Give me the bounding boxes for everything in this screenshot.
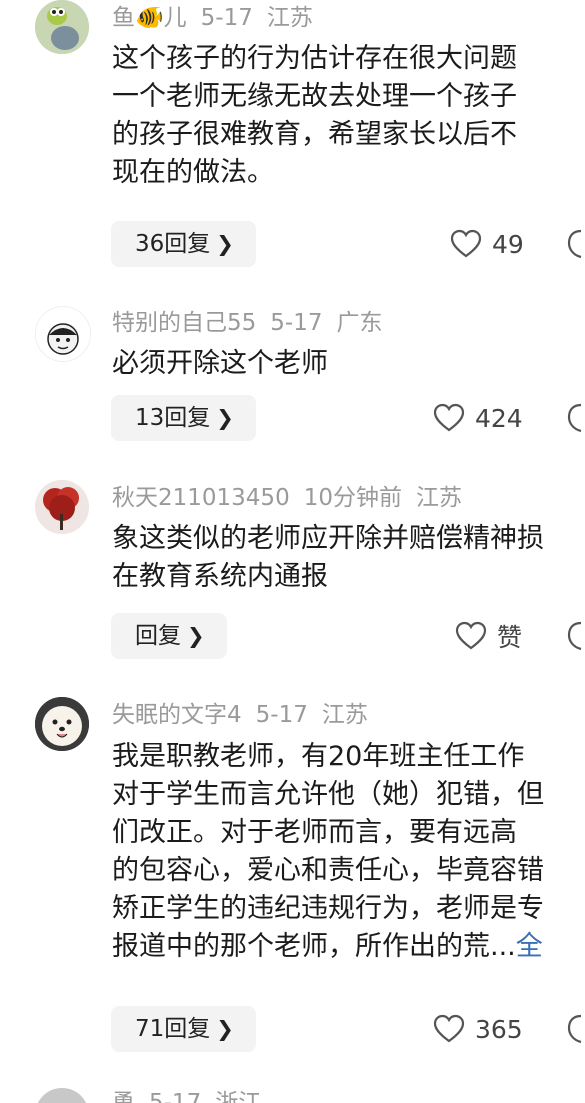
comment-meta: 秋天211013450 10分钟前 江苏	[112, 483, 476, 513]
like-count: 365	[475, 1014, 523, 1044]
comment-text: 象这类似的老师应开除并赔偿精神损 在教育系统内通报	[112, 520, 585, 596]
comment-location: 浙江	[215, 1090, 262, 1103]
username[interactable]: 失眠的文字4	[112, 702, 242, 728]
comment-date: 5-17	[270, 310, 323, 336]
dog-avatar-icon	[35, 697, 89, 751]
chevron-right-icon: ❯	[216, 406, 234, 430]
comment-date: 10分钟前	[303, 485, 402, 511]
comment-item: 秋天211013450 10分钟前 江苏 象这类似的老师应开除并赔偿精神损 在教育系…	[0, 480, 585, 670]
comment-meta: 勇 5-17 浙江	[112, 1088, 275, 1103]
comment-date: 5-17	[200, 5, 253, 31]
view-replies-button[interactable]: 13回复 ❯	[111, 395, 256, 441]
comment-line: 现在的做法。	[112, 157, 274, 188]
comment-text: 这个孩子的行为估计存在很大问题 一个老师无缘无故去处理一个孩子 的孩子很难教育，…	[112, 40, 585, 192]
view-replies-button[interactable]: 36回复 ❯	[111, 221, 256, 267]
user-avatar[interactable]	[35, 697, 89, 751]
reply-label: 71回复	[135, 1016, 211, 1042]
comment-line-truncated: 报道中的那个老师，所作出的荒...	[112, 931, 516, 962]
comment-item: 鱼🐠儿 5-17 江苏 这个孩子的行为估计存在很大问题 一个老师无缘无故去处理一个孩…	[0, 0, 585, 290]
comment-item: 失眠的文字4 5-17 江苏 我是职教老师，有20年班主任工作 对于学生而言允许他（…	[0, 697, 585, 1067]
comment-line: 我是职教老师，有20年班主任工作	[112, 741, 525, 772]
like-button[interactable]: 424	[433, 395, 523, 441]
user-avatar[interactable]	[35, 0, 89, 54]
chevron-right-icon: ❯	[187, 624, 205, 648]
comment-line: 这个孩子的行为估计存在很大问题	[112, 43, 517, 74]
dislike-icon[interactable]	[567, 621, 585, 651]
heart-icon	[433, 403, 465, 432]
like-count: 赞	[497, 623, 523, 652]
comment-meta: 特别的自己55 5-17 广东	[112, 308, 396, 338]
like-button[interactable]: 49	[450, 221, 524, 267]
reply-button[interactable]: 回复 ❯	[111, 613, 227, 659]
username[interactable]: 秋天211013450	[112, 485, 290, 511]
tree-avatar-icon	[35, 480, 89, 534]
comment-line: 的孩子很难教育，希望家长以后不	[112, 119, 517, 150]
dislike-icon[interactable]	[567, 403, 585, 433]
reply-label: 回复	[135, 623, 181, 649]
cartoon-avatar-icon	[36, 307, 90, 361]
reply-label: 36回复	[135, 231, 211, 257]
username[interactable]: 特别的自己55	[112, 310, 256, 336]
expand-full-link[interactable]: 全	[516, 931, 543, 962]
like-button[interactable]: 365	[433, 1006, 523, 1052]
comment-meta: 失眠的文字4 5-17 江苏	[112, 700, 382, 730]
comment-line: 一个老师无缘无故去处理一个孩子	[112, 81, 517, 112]
comment-location: 江苏	[321, 702, 368, 728]
username[interactable]: 勇	[112, 1090, 135, 1103]
user-avatar[interactable]	[35, 306, 91, 362]
comment-line: 的包容心，爱心和责任心，毕竟容错	[112, 855, 544, 886]
heart-icon	[455, 621, 487, 650]
like-count: 424	[475, 403, 523, 433]
chevron-right-icon: ❯	[216, 1017, 234, 1041]
view-replies-button[interactable]: 71回复 ❯	[111, 1006, 256, 1052]
dislike-icon[interactable]	[567, 1014, 585, 1044]
comment-line: 在教育系统内通报	[112, 561, 328, 592]
comment-date: 5-17	[149, 1090, 202, 1103]
user-avatar[interactable]	[35, 480, 89, 534]
comment-line: 们改正。对于老师而言，要有远高	[112, 817, 517, 848]
user-avatar[interactable]	[35, 1088, 89, 1103]
comment-item: 勇 5-17 浙江	[0, 1088, 585, 1103]
comment-line: 必须开除这个老师	[112, 348, 328, 379]
comment-location: 广东	[336, 310, 383, 336]
dislike-icon[interactable]	[567, 229, 585, 259]
chevron-right-icon: ❯	[216, 232, 234, 256]
comment-line: 对于学生而言允许他（她）犯错，但	[112, 779, 544, 810]
like-button[interactable]: 赞	[455, 613, 522, 659]
comment-line: 象这类似的老师应开除并赔偿精神损	[112, 523, 544, 554]
like-count: 49	[492, 229, 524, 259]
heart-icon	[450, 229, 482, 258]
comment-location: 江苏	[266, 5, 313, 31]
comment-location: 江苏	[415, 485, 462, 511]
reply-label: 13回复	[135, 405, 211, 431]
comment-text: 必须开除这个老师	[112, 345, 585, 383]
comment-item: 特别的自己55 5-17 广东 必须开除这个老师 13回复 ❯ 424	[0, 300, 585, 470]
heart-icon	[433, 1014, 465, 1043]
comment-text: 我是职教老师，有20年班主任工作 对于学生而言允许他（她）犯错，但 们改正。对于…	[112, 738, 585, 966]
comment-line: 报道中的那个老师，所作出的荒...全	[112, 928, 585, 966]
comment-meta: 鱼🐠儿 5-17 江苏	[112, 3, 327, 33]
username[interactable]: 鱼🐠儿	[112, 5, 187, 31]
comment-line: 矫正学生的违纪违规行为，老师是专	[112, 893, 544, 924]
snail-avatar-icon	[35, 0, 89, 54]
comment-date: 5-17	[255, 702, 308, 728]
